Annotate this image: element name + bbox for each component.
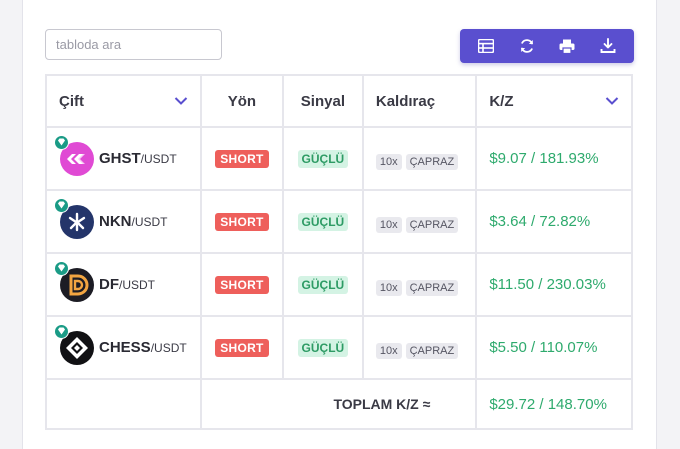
column-header-pnl-label: K/Z bbox=[489, 92, 514, 110]
margin-mode-badge: ÇAPRAZ bbox=[405, 279, 459, 296]
column-header-leverage: Kaldıraç bbox=[361, 74, 478, 128]
pair-quote: /USDT bbox=[131, 214, 168, 229]
table-toolbar bbox=[460, 29, 634, 63]
table-header-row: Çift Yön Sinyal Kaldıraç K/Z bbox=[45, 74, 633, 128]
signal-badge: GÜÇLÜ bbox=[297, 338, 349, 357]
pnl-cell: $5.50 / 110.07% bbox=[475, 315, 633, 380]
chess-coin-icon bbox=[54, 323, 95, 366]
pair-quote: /USDT bbox=[150, 340, 187, 355]
leverage-cell: 10x ÇAPRAZ bbox=[361, 252, 478, 317]
total-pnl-label: TOPLAM K/Z ≈ bbox=[199, 378, 478, 430]
pair-symbol: NKN bbox=[99, 213, 132, 230]
download-button[interactable] bbox=[593, 31, 623, 61]
column-header-signal: Sinyal bbox=[281, 74, 364, 128]
table-row[interactable]: NKN/USDT SHORT GÜÇLÜ 10x ÇAPRAZ $3.64 / 7… bbox=[45, 189, 633, 254]
short-badge: SHORT bbox=[215, 212, 269, 231]
pnl-cell: $3.64 / 72.82% bbox=[475, 189, 633, 254]
table-row[interactable]: DF/USDT SHORT GÜÇLÜ 10x ÇAPRAZ $11.50 / 2… bbox=[45, 252, 633, 317]
pair-symbol: GHST bbox=[99, 150, 141, 167]
pair-symbol: CHESS bbox=[99, 339, 151, 356]
signal-cell: GÜÇLÜ bbox=[281, 252, 364, 317]
premium-gem-icon bbox=[54, 134, 69, 150]
leverage-badge: 10x bbox=[375, 342, 402, 359]
leverage-cell: 10x ÇAPRAZ bbox=[361, 315, 478, 380]
refresh-button[interactable] bbox=[512, 31, 542, 61]
print-icon bbox=[559, 39, 575, 54]
signal-cell: GÜÇLÜ bbox=[281, 315, 364, 380]
signal-cell: GÜÇLÜ bbox=[281, 126, 364, 191]
df-coin-icon bbox=[54, 260, 95, 303]
leverage-badge: 10x bbox=[375, 216, 402, 233]
print-button[interactable] bbox=[552, 31, 582, 61]
short-badge: SHORT bbox=[215, 149, 269, 168]
download-icon bbox=[600, 38, 616, 53]
pair-quote: /USDT bbox=[119, 277, 155, 292]
pair-cell: NKN/USDT bbox=[45, 189, 202, 254]
ghst-coin-icon bbox=[54, 134, 95, 177]
signal-badge: GÜÇLÜ bbox=[297, 149, 349, 168]
direction-cell: SHORT bbox=[199, 252, 284, 317]
direction-cell: SHORT bbox=[199, 126, 284, 191]
footer-empty-cell bbox=[45, 378, 202, 430]
refresh-icon bbox=[520, 39, 533, 53]
total-pnl-value: $29.72 / 148.70% bbox=[475, 378, 633, 430]
pnl-cell: $9.07 / 181.93% bbox=[475, 126, 633, 191]
pair-cell: GHST/USDT bbox=[45, 126, 202, 191]
premium-gem-icon bbox=[54, 260, 69, 276]
chevron-down-icon[interactable] bbox=[605, 96, 619, 106]
leverage-cell: 10x ÇAPRAZ bbox=[361, 126, 478, 191]
leverage-badge: 10x bbox=[375, 153, 402, 170]
table-row[interactable]: CHESS/USDT SHORT GÜÇLÜ 10x ÇAPRAZ $5.50 /… bbox=[45, 315, 633, 380]
short-badge: SHORT bbox=[215, 275, 269, 294]
table-row[interactable]: GHST/USDT SHORT GÜÇLÜ 10x ÇAPRAZ $9.07 / … bbox=[45, 126, 633, 191]
signal-badge: GÜÇLÜ bbox=[297, 212, 349, 231]
column-header-pair-label: Çift bbox=[59, 92, 84, 110]
signals-table: Çift Yön Sinyal Kaldıraç K/Z GHST /USDT … bbox=[45, 74, 633, 430]
premium-gem-icon bbox=[54, 197, 69, 213]
column-header-pnl[interactable]: K/Z bbox=[475, 74, 633, 128]
table-icon bbox=[478, 39, 495, 53]
leverage-badge: 10x bbox=[375, 279, 402, 296]
column-header-pair[interactable]: Çift bbox=[45, 74, 202, 128]
signal-badge: GÜÇLÜ bbox=[297, 275, 349, 294]
chevron-down-icon[interactable] bbox=[174, 96, 188, 106]
direction-cell: SHORT bbox=[199, 189, 284, 254]
column-header-direction: Yön bbox=[199, 74, 284, 128]
nkn-coin-icon bbox=[54, 197, 95, 240]
margin-mode-badge: ÇAPRAZ bbox=[405, 342, 459, 359]
margin-mode-badge: ÇAPRAZ bbox=[405, 153, 459, 170]
direction-cell: SHORT bbox=[199, 315, 284, 380]
short-badge: SHORT bbox=[215, 338, 269, 357]
premium-gem-icon bbox=[54, 323, 69, 339]
pair-cell: DF/USDT bbox=[45, 252, 202, 317]
pair-cell: CHESS/USDT bbox=[45, 315, 202, 380]
table-footer-row: TOPLAM K/Z ≈ $29.72 / 148.70% bbox=[45, 378, 633, 430]
column-toggle-button[interactable] bbox=[471, 31, 501, 61]
leverage-cell: 10x ÇAPRAZ bbox=[361, 189, 478, 254]
pair-quote: /USDT bbox=[140, 151, 177, 166]
pair-symbol: DF bbox=[99, 276, 119, 293]
margin-mode-badge: ÇAPRAZ bbox=[405, 216, 459, 233]
signal-cell: GÜÇLÜ bbox=[281, 189, 364, 254]
table-search-input[interactable] bbox=[45, 29, 222, 60]
pnl-cell: $11.50 / 230.03% bbox=[475, 252, 633, 317]
